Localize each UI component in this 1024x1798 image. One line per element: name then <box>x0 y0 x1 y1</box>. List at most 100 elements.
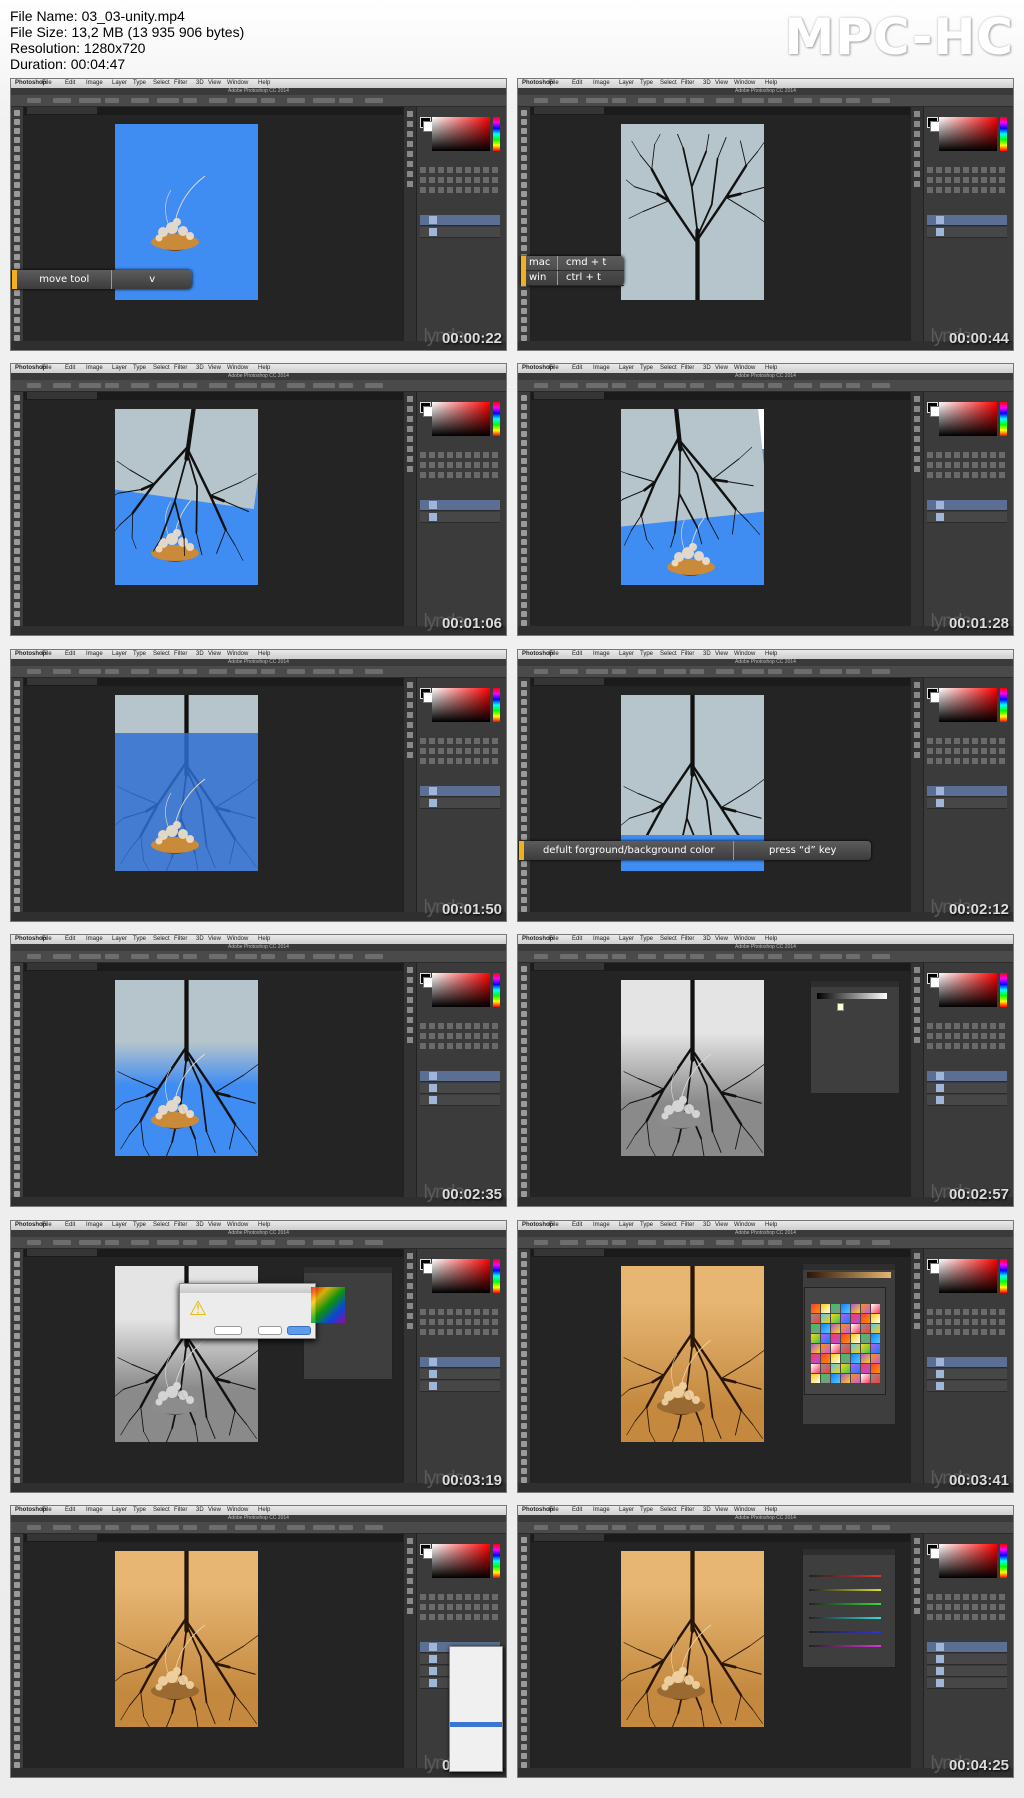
timestamp: 00:03:41 <box>948 1472 1009 1489</box>
menu-item: Window <box>227 936 249 942</box>
app-title: Adobe Photoshop CC 2014 <box>735 1515 796 1521</box>
layer-row[interactable] <box>927 1071 1007 1082</box>
document-canvas-image <box>621 1551 764 1727</box>
menu-item: Layer <box>112 1222 128 1228</box>
layer-row[interactable] <box>927 512 1007 523</box>
color-slider[interactable] <box>809 1617 881 1619</box>
menu-item: Filter <box>174 936 188 942</box>
hue-slider <box>493 1544 500 1578</box>
video-thumbnail-7[interactable]: Photoshop File Edit Image Layer Type Select Fil… <box>10 934 507 1207</box>
menu-item: Layer <box>112 651 128 657</box>
menu-item: Window <box>227 651 249 657</box>
menu-item: Window <box>227 365 249 371</box>
menu-item: File <box>42 80 52 86</box>
tools-panel <box>518 963 531 1197</box>
layer-row[interactable] <box>927 1381 1007 1392</box>
layer-row[interactable] <box>927 227 1007 238</box>
menu-item: Filter <box>174 1507 188 1513</box>
layer-row[interactable] <box>927 798 1007 809</box>
menu-item: Help <box>258 1507 271 1513</box>
menu-item: Help <box>765 651 778 657</box>
video-thumbnail-4[interactable]: Photoshop File Edit Image Layer Type Select Fil… <box>517 363 1014 636</box>
color-slider[interactable] <box>809 1631 881 1633</box>
append-button[interactable] <box>214 1326 242 1335</box>
menu-item: Help <box>765 936 778 942</box>
timestamp: 00:02:57 <box>948 1186 1009 1203</box>
menu-item: Type <box>640 936 654 942</box>
layer-row[interactable] <box>420 1095 500 1106</box>
ok-button[interactable] <box>287 1326 311 1335</box>
video-thumbnail-11[interactable]: Photoshop File Edit Image Layer Type Select Fil… <box>10 1505 507 1778</box>
layer-row[interactable] <box>927 1654 1007 1665</box>
video-thumbnail-3[interactable]: Photoshop File Edit Image Layer Type Select Fil… <box>10 363 507 636</box>
menu-item: View <box>208 365 221 371</box>
video-thumbnail-2[interactable]: Photoshop File Edit Image Layer Type Select Fil… <box>517 78 1014 351</box>
menu-bar: Photoshop File Edit Image Layer Type Select Fil… <box>518 650 1013 659</box>
menu-item: Image <box>86 1507 103 1513</box>
menu-bar: Photoshop File Edit Image Layer Type Select Fil… <box>11 650 506 659</box>
layer-row[interactable] <box>927 1369 1007 1380</box>
layer-row[interactable] <box>927 1642 1007 1653</box>
menu-item: File <box>42 936 52 942</box>
document-tab <box>27 963 97 970</box>
layer-row[interactable] <box>420 1369 500 1380</box>
layer-row[interactable] <box>420 1083 500 1094</box>
layer-row[interactable] <box>927 1083 1007 1094</box>
menu-item: Layer <box>112 1507 128 1513</box>
app-titlebar: Adobe Photoshop CC 2014 <box>11 944 506 951</box>
color-slider[interactable] <box>809 1645 881 1647</box>
layer-row[interactable] <box>420 786 500 797</box>
menu-item: Edit <box>572 936 583 942</box>
layer-row[interactable] <box>420 215 500 226</box>
menu-option[interactable] <box>450 1752 502 1757</box>
video-thumbnail-9[interactable]: Photoshop File Edit Image Layer Type Select Fil… <box>10 1220 507 1493</box>
layer-row[interactable] <box>420 1381 500 1392</box>
layer-row[interactable] <box>927 1678 1007 1689</box>
layer-row[interactable] <box>420 500 500 511</box>
cancel-button[interactable] <box>258 1326 282 1335</box>
tools-panel <box>11 107 24 341</box>
app-titlebar: Adobe Photoshop CC 2014 <box>518 1230 1013 1237</box>
color-picker-field <box>432 688 490 722</box>
menu-item: Edit <box>572 651 583 657</box>
menu-item: Type <box>133 1507 147 1513</box>
tools-panel <box>11 963 24 1197</box>
video-thumbnail-10[interactable]: Photoshop File Edit Image Layer Type Select Fil… <box>517 1220 1014 1493</box>
menu-item: View <box>208 1222 221 1228</box>
options-bar <box>11 1237 506 1249</box>
adjustment-layer-menu[interactable] <box>449 1646 503 1772</box>
video-thumbnail-8[interactable]: Photoshop File Edit Image Layer Type Select Fil… <box>517 934 1014 1207</box>
layer-row[interactable] <box>420 798 500 809</box>
video-thumbnail-5[interactable]: Photoshop File Edit Image Layer Type Select Fil… <box>10 649 507 922</box>
layer-row[interactable] <box>420 1357 500 1368</box>
layer-row[interactable] <box>420 227 500 238</box>
app-title: Adobe Photoshop CC 2014 <box>228 88 289 94</box>
layer-row[interactable] <box>420 1071 500 1082</box>
file-name: File Name: 03_03-unity.mp4 <box>10 8 185 24</box>
layer-row[interactable] <box>927 500 1007 511</box>
layer-row[interactable] <box>927 1666 1007 1677</box>
app-titlebar: Adobe Photoshop CC 2014 <box>518 88 1013 95</box>
layer-row[interactable] <box>927 1095 1007 1106</box>
video-thumbnail-12[interactable]: Photoshop File Edit Image Layer Type Select Fil… <box>517 1505 1014 1778</box>
color-slider[interactable] <box>809 1575 881 1577</box>
layer-row[interactable] <box>927 1357 1007 1368</box>
color-slider[interactable] <box>809 1589 881 1591</box>
video-thumbnail-6[interactable]: Photoshop File Edit Image Layer Type Select Fil… <box>517 649 1014 922</box>
properties-panel[interactable] <box>810 980 900 1094</box>
video-thumbnail-1[interactable]: Photoshop File Edit Image Layer Type Select Fil… <box>10 78 507 351</box>
side-panels <box>910 392 1013 626</box>
os-keys-win: ctrl + t <box>566 272 601 283</box>
layer-row[interactable] <box>927 215 1007 226</box>
color-slider[interactable] <box>809 1603 881 1605</box>
gradient-picker[interactable] <box>804 1287 886 1395</box>
menu-item: Select <box>660 936 677 942</box>
menu-item: View <box>715 1507 728 1513</box>
layer-row[interactable] <box>420 512 500 523</box>
timestamp: 00:03:19 <box>441 1472 502 1489</box>
menu-item: Filter <box>681 651 695 657</box>
layer-row[interactable] <box>927 786 1007 797</box>
document-canvas-image <box>621 409 764 585</box>
menu-item: Image <box>86 365 103 371</box>
document-tab <box>534 1534 604 1541</box>
